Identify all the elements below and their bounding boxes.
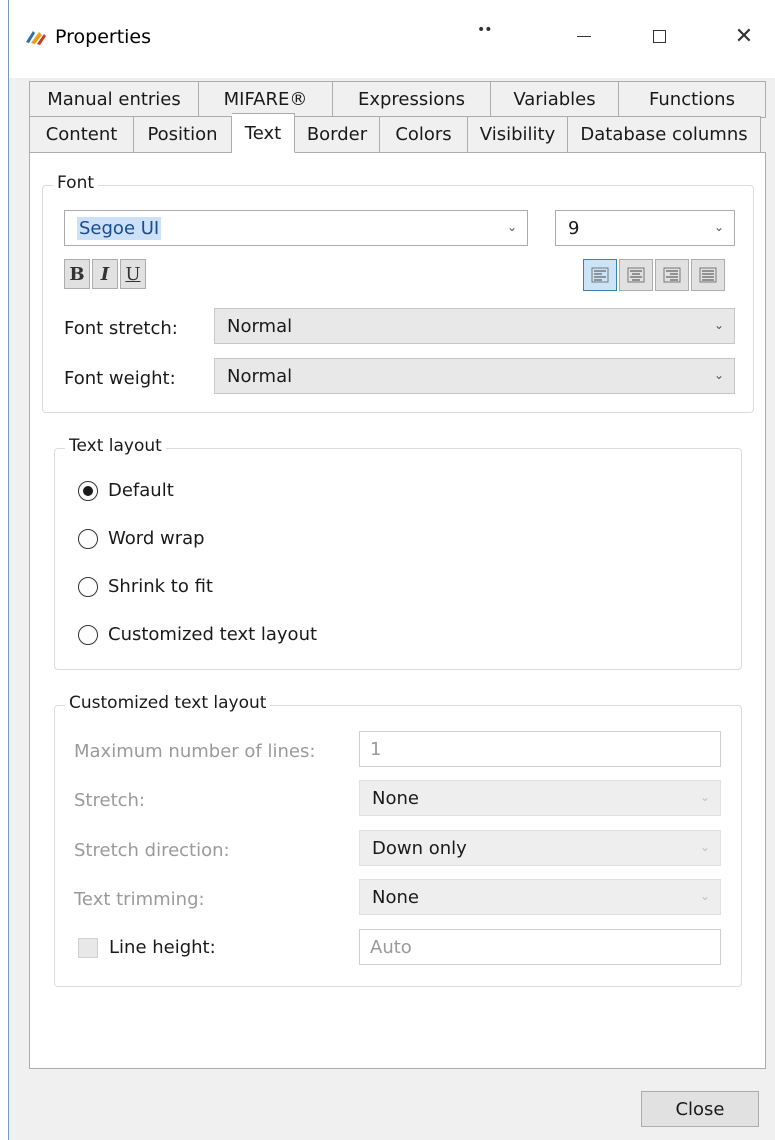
window-close-button[interactable]: ✕ <box>714 14 774 58</box>
title-bar[interactable]: Properties •• ✕ <box>9 0 775 78</box>
italic-icon: I <box>100 263 110 285</box>
radio-customized-text-layout[interactable] <box>78 625 98 645</box>
radio-shrink-to-fit-label[interactable]: Shrink to fit <box>108 576 213 597</box>
bold-icon: B <box>69 263 85 285</box>
align-center-button[interactable] <box>619 259 653 291</box>
radio-word-wrap-label[interactable]: Word wrap <box>108 528 205 549</box>
align-right-button[interactable] <box>655 259 689 291</box>
font-stretch-select[interactable]: Normal ⌄ <box>214 308 735 344</box>
chevron-down-icon: ⌄ <box>699 840 710 854</box>
font-stretch-value: Normal <box>227 315 293 337</box>
tab-manual-entries[interactable]: Manual entries <box>29 81 199 118</box>
line-height-label[interactable]: Line height: <box>109 937 216 958</box>
properties-app-icon <box>26 31 46 45</box>
tab-row-front: Content Position Text Border Colors Visi… <box>29 113 761 153</box>
text-trimming-select[interactable]: None ⌄ <box>359 879 721 915</box>
italic-button[interactable]: I <box>92 259 118 289</box>
font-family-select[interactable]: Segoe UI ⌄ <box>64 210 528 246</box>
minimize-button[interactable] <box>554 14 614 58</box>
radio-customized-text-layout-label[interactable]: Customized text layout <box>108 624 317 645</box>
max-lines-label: Maximum number of lines: <box>74 741 316 762</box>
tab-text[interactable]: Text <box>232 113 295 153</box>
radio-default[interactable] <box>78 481 98 501</box>
align-center-icon <box>627 267 645 283</box>
align-left-button[interactable] <box>583 259 617 291</box>
text-trimming-label: Text trimming: <box>74 889 205 910</box>
font-weight-label: Font weight: <box>64 368 176 389</box>
chevron-down-icon: ⌄ <box>699 889 710 903</box>
chevron-down-icon: ⌄ <box>713 368 724 382</box>
tab-database-columns[interactable]: Database columns <box>568 116 761 153</box>
tab-colors[interactable]: Colors <box>380 116 468 153</box>
font-size-select[interactable]: 9 ⌄ <box>555 210 735 246</box>
font-weight-value: Normal <box>227 365 293 387</box>
underline-button[interactable]: U <box>120 259 146 289</box>
font-group-label: Font <box>53 173 99 193</box>
stretch-select[interactable]: None ⌄ <box>359 780 721 816</box>
max-lines-input[interactable]: 1 <box>359 731 721 767</box>
tab-expressions[interactable]: Expressions <box>333 81 491 118</box>
radio-word-wrap[interactable] <box>78 529 98 549</box>
chevron-down-icon: ⌄ <box>699 790 710 804</box>
customized-layout-group-label: Customized text layout <box>65 693 271 713</box>
grip-icon: •• <box>477 22 492 38</box>
window-title: Properties <box>55 26 152 48</box>
underline-icon: U <box>125 263 141 285</box>
tab-variables[interactable]: Variables <box>491 81 619 118</box>
align-left-icon <box>591 267 609 283</box>
close-button[interactable]: Close <box>641 1091 759 1127</box>
align-justify-icon <box>699 267 717 283</box>
align-right-icon <box>663 267 681 283</box>
chevron-down-icon: ⌄ <box>506 220 517 234</box>
line-height-value: Auto <box>370 936 412 958</box>
minimize-icon <box>577 35 591 37</box>
bold-button[interactable]: B <box>64 259 90 289</box>
radio-shrink-to-fit[interactable] <box>78 577 98 597</box>
radio-default-label[interactable]: Default <box>108 480 174 501</box>
font-size-value: 9 <box>568 217 580 239</box>
font-weight-select[interactable]: Normal ⌄ <box>214 358 735 394</box>
maximize-icon <box>652 29 666 43</box>
text-trimming-value: None <box>372 886 419 908</box>
chevron-down-icon: ⌄ <box>713 220 724 234</box>
max-lines-value: 1 <box>370 738 382 760</box>
stretch-label: Stretch: <box>74 790 145 811</box>
tab-border[interactable]: Border <box>295 116 380 153</box>
properties-window: Properties •• ✕ Manual entries MIFARE® E… <box>8 0 775 1140</box>
stretch-direction-select[interactable]: Down only ⌄ <box>359 830 721 866</box>
close-icon: ✕ <box>734 23 754 49</box>
maximize-button[interactable] <box>629 14 689 58</box>
tab-functions[interactable]: Functions <box>619 81 766 118</box>
close-button-label: Close <box>675 1098 725 1120</box>
tab-visibility[interactable]: Visibility <box>468 116 568 153</box>
stretch-value: None <box>372 787 419 809</box>
stretch-direction-label: Stretch direction: <box>74 840 230 861</box>
tab-row-back: Manual entries MIFARE® Expressions Varia… <box>29 81 766 118</box>
chevron-down-icon: ⌄ <box>713 318 724 332</box>
line-height-checkbox[interactable] <box>78 938 98 958</box>
stretch-direction-value: Down only <box>372 837 467 859</box>
font-stretch-label: Font stretch: <box>64 318 178 339</box>
align-justify-button[interactable] <box>691 259 725 291</box>
line-height-input[interactable]: Auto <box>359 929 721 965</box>
tab-content[interactable]: Content <box>29 116 134 153</box>
font-family-value: Segoe UI <box>77 216 162 240</box>
tab-position[interactable]: Position <box>134 116 232 153</box>
text-layout-group-label: Text layout <box>65 436 166 456</box>
